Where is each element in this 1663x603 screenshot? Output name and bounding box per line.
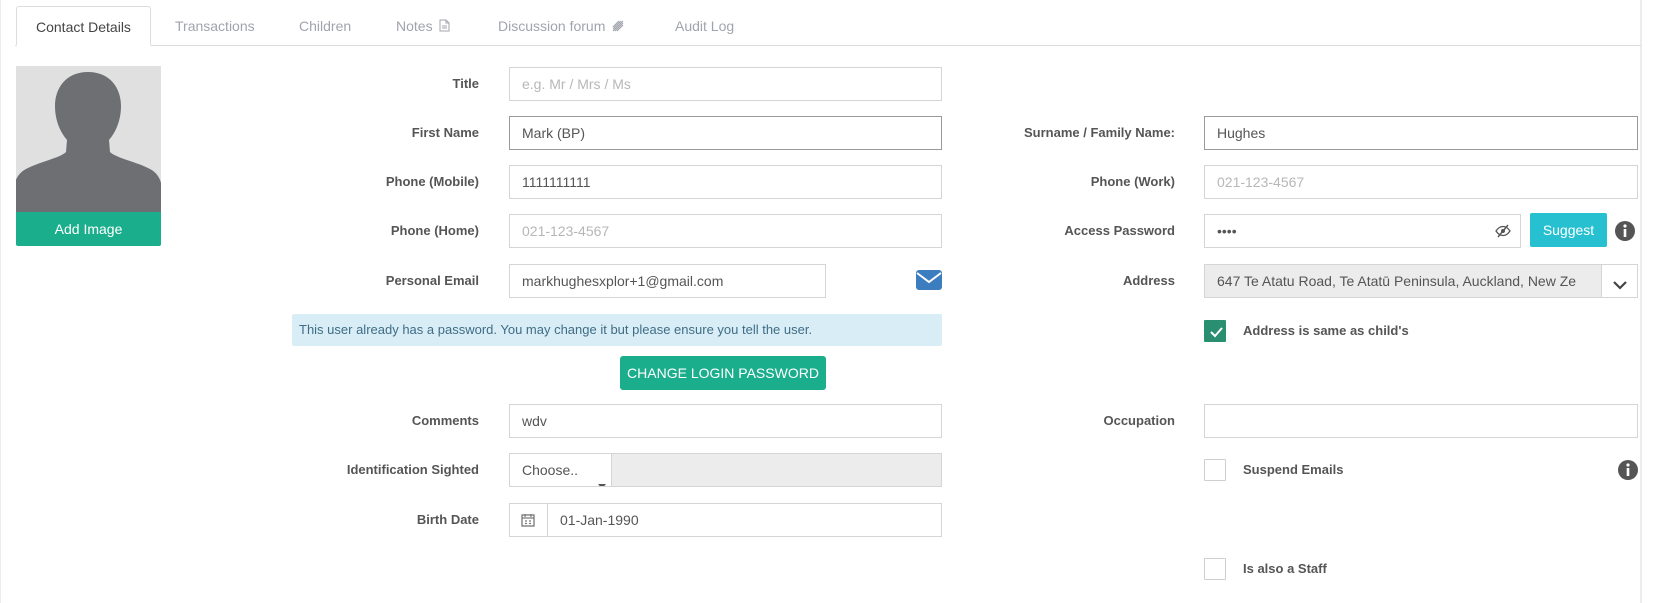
suspend-emails-info-icon[interactable] (1617, 459, 1639, 481)
title-placeholder: e.g. Mr / Mrs / Ms (522, 76, 631, 92)
occupation-input[interactable] (1204, 404, 1638, 438)
tab-label: Notes (396, 18, 433, 34)
birth-date-label: Birth Date (416, 512, 479, 527)
tab-audit-log[interactable]: Audit Log (675, 6, 734, 46)
page-left-border (0, 0, 1, 603)
phone-home-input[interactable]: 021-123-4567 (509, 214, 942, 248)
suspend-emails-label: Suspend Emails (1243, 462, 1344, 477)
personal-email-label: Personal Email (385, 273, 479, 288)
address-same-checkbox[interactable] (1204, 320, 1226, 342)
page-right-border (1640, 0, 1642, 603)
change-login-password-button[interactable]: CHANGE LOGIN PASSWORD (620, 356, 826, 390)
identification-select[interactable]: Choose.. (509, 453, 612, 487)
surname-input[interactable]: Hughes (1204, 116, 1638, 150)
tab-transactions[interactable]: Transactions (175, 6, 255, 46)
personal-email-input[interactable]: markhughesxplor+1@gmail.com (509, 264, 826, 298)
identification-detail-input[interactable] (611, 453, 942, 487)
address-same-label: Address is same as child's (1243, 323, 1409, 338)
tab-label: Contact Details (36, 19, 131, 35)
access-password-input[interactable]: •••• (1204, 214, 1521, 248)
suggest-password-button[interactable]: Suggest (1530, 213, 1607, 247)
caret-down-icon (598, 468, 606, 486)
tab-contact-details[interactable]: Contact Details (16, 6, 151, 46)
tab-discussion-forum[interactable]: Discussion forum (498, 6, 624, 46)
phone-home-label: Phone (Home) (390, 223, 479, 238)
tab-label: Discussion forum (498, 18, 606, 34)
phone-work-placeholder: 021-123-4567 (1217, 174, 1305, 190)
comments-input[interactable]: wdv (509, 404, 942, 438)
check-icon (1210, 327, 1223, 338)
occupation-label: Occupation (1103, 413, 1175, 428)
phone-work-label: Phone (Work) (1090, 174, 1175, 189)
forum-icon (612, 7, 624, 47)
tab-children[interactable]: Children (299, 6, 351, 46)
first-name-input[interactable]: Mark (BP) (509, 116, 942, 150)
tab-notes[interactable]: Notes (396, 6, 450, 46)
phone-work-input[interactable]: 021-123-4567 (1204, 165, 1638, 199)
info-icon[interactable] (1614, 220, 1636, 242)
calendar-addon[interactable] (509, 503, 547, 537)
tab-label: Transactions (175, 18, 255, 34)
phone-home-placeholder: 021-123-4567 (522, 223, 610, 239)
title-input[interactable]: e.g. Mr / Mrs / Ms (509, 67, 942, 101)
eye-slash-icon[interactable] (1495, 224, 1511, 238)
address-label: Address (1122, 273, 1175, 288)
add-image-button[interactable]: Add Image (16, 212, 161, 246)
address-input[interactable]: 647 Te Atatu Road, Te Atatū Peninsula, A… (1204, 264, 1602, 298)
tab-bar-divider (15, 45, 1641, 46)
access-password-label: Access Password (1064, 223, 1175, 238)
chevron-down-icon (1613, 277, 1627, 295)
tab-label: Audit Log (675, 18, 735, 34)
address-dropdown-toggle[interactable] (1601, 264, 1638, 298)
comments-label: Comments (411, 413, 479, 428)
notes-file-icon (439, 7, 450, 47)
password-notice: This user already has a password. You ma… (292, 314, 942, 346)
first-name-label: First Name (411, 125, 479, 140)
identification-selected: Choose.. (522, 462, 579, 478)
identification-label: Identification Sighted (346, 462, 479, 477)
phone-mobile-input[interactable]: 1111111111 (509, 165, 942, 199)
tab-label: Children (299, 18, 352, 34)
person-silhouette (16, 72, 161, 212)
birth-date-input[interactable]: 01-Jan-1990 (547, 503, 942, 537)
is-staff-label: Is also a Staff (1243, 561, 1327, 576)
title-label: Title (452, 76, 480, 91)
avatar (16, 66, 161, 212)
calendar-icon (521, 513, 535, 532)
surname-label: Surname / Family Name: (1024, 125, 1175, 140)
phone-mobile-label: Phone (Mobile) (385, 174, 479, 189)
envelope-icon[interactable] (915, 268, 943, 292)
is-staff-checkbox[interactable] (1204, 558, 1226, 580)
suspend-emails-checkbox[interactable] (1204, 459, 1226, 481)
